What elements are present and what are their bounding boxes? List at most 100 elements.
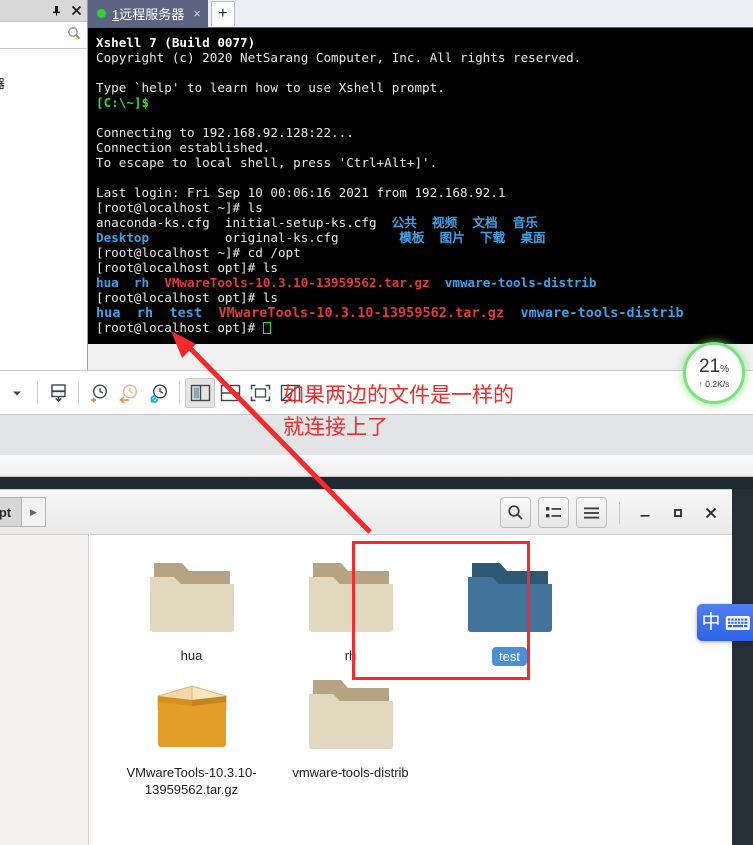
transfer-rate-value: 0.2K/s [705, 379, 730, 389]
search-icon[interactable] [67, 26, 81, 45]
terminal-text: [root@localhost opt]# [96, 320, 263, 335]
layout-horizontal-split-icon[interactable] [215, 378, 245, 408]
terminal-line: [root@localhost opt]# ls [96, 260, 753, 275]
terminal-output[interactable]: Xshell 7 (Build 0077) Copyright (c) 2020 … [88, 28, 753, 344]
file-item[interactable]: hua [112, 549, 271, 666]
file-item-label: vmware-tools-distrib [292, 765, 409, 780]
annotation-line-2: 就连接上了 [283, 415, 388, 439]
terminal-text: Connecting to 192.168.92.128:22... [96, 125, 354, 140]
terminal-text: Xshell 7 (Build 0077) [96, 35, 256, 50]
annotation-line-1: 如果两边的文件是一样的 [283, 383, 514, 407]
tab-close-icon[interactable]: × [193, 6, 201, 21]
folder-icon[interactable] [144, 555, 240, 639]
terminal-text: 模板 图片 下载 桌面 [399, 230, 546, 245]
terminal-text: Connection established. [96, 140, 271, 155]
terminal-text: VMwareTools-10.3.10-13959562.tar.gz [164, 275, 430, 290]
terminal-text: 公共 视频 文档 音乐 [391, 215, 538, 230]
view-list-button[interactable] [538, 497, 569, 528]
new-tab-button[interactable]: + [210, 1, 235, 26]
history-add-icon[interactable] [84, 378, 114, 408]
terminal-line: Connecting to 192.168.92.128:22... [96, 125, 753, 140]
layout-vertical-split-icon[interactable] [185, 377, 215, 408]
sessions-search-row[interactable] [0, 22, 87, 49]
terminal-text: [C:\~]$ [96, 95, 150, 110]
ime-indicator[interactable]: 中 [697, 604, 753, 641]
terminal-text: Copyright (c) 2020 NetSarang Computer, I… [96, 50, 582, 65]
file-item-label: test [492, 647, 527, 666]
terminal-line: [root@localhost ~]# cd /opt [96, 245, 753, 260]
close-button[interactable] [698, 500, 724, 526]
minimize-button[interactable] [632, 500, 658, 526]
terminal-line: Last login: Fri Sep 10 00:06:16 2021 fro… [96, 185, 753, 200]
file-item[interactable]: rh [271, 549, 430, 666]
terminal-text: vmware-tools-distrib [444, 275, 597, 290]
terminal-text: Last login: Fri Sep 10 00:06:16 2021 fro… [96, 185, 506, 200]
ime-mode-label[interactable]: 中 [697, 613, 725, 632]
transfer-rate: ↑ 0.2K/s [699, 379, 730, 389]
file-item-label: VMwareTools-10.3.10-13959562.tar.gz [126, 765, 257, 797]
transfer-percent-value: 21 [698, 356, 721, 377]
terminal-text: Type `help' to learn how to use Xshell p… [96, 80, 445, 95]
search-button[interactable] [500, 497, 531, 528]
hamburger-menu-button[interactable] [576, 497, 607, 528]
terminal-line: To escape to local shell, press 'Ctrl+Al… [96, 155, 753, 170]
terminal-text: To escape to local shell, press 'Ctrl+Al… [96, 155, 438, 170]
file-item[interactable]: test [430, 549, 589, 666]
file-manager-content[interactable]: hua rh test VMwareTools-10.3.10-13959562.ta… [90, 534, 732, 845]
xshell-window: 1远程服务器 × + Xshell 7 (Build 0077) Copyrigh… [88, 0, 753, 370]
terminal-text: vmware-tools-distrib [520, 306, 684, 321]
terminal-text: [root@localhost opt]# ls [96, 260, 278, 275]
terminal-line: Desktop original-ks.cfg 模板 图片 下载 桌面 [96, 230, 753, 245]
terminal-text: [root@localhost ~]# cd /opt [96, 245, 301, 260]
terminal-text: original-ks.cfg [149, 230, 400, 245]
maximize-button[interactable] [665, 500, 691, 526]
breadcrumb-item-opt[interactable]: pt [0, 497, 22, 527]
transfer-speed-widget[interactable]: 21% ↑ 0.2K/s [683, 342, 745, 404]
layout-fullscreen-icon[interactable] [245, 378, 275, 408]
history-back-icon[interactable] [114, 378, 144, 408]
terminal-text: [root@localhost ~]# ls [96, 200, 263, 215]
terminal-text: hua rh test [96, 306, 219, 321]
keyboard-icon[interactable] [725, 614, 751, 632]
transfer-download-icon[interactable] [43, 378, 73, 408]
terminal-text: hua rh [96, 275, 165, 290]
terminal-line: [C:\~]$ [96, 95, 753, 110]
xshell-tabbar: 1远程服务器 × + [88, 0, 753, 28]
file-manager-sidebar[interactable] [0, 534, 89, 845]
terminal-text: VMwareTools-10.3.10-13959562.tar.gz [218, 306, 505, 321]
breadcrumb-next-button[interactable]: ▶ [22, 497, 46, 527]
dropdown-arrow-icon[interactable] [2, 378, 32, 408]
folder-icon[interactable] [303, 555, 399, 639]
desktop-right-strip [732, 489, 753, 845]
percent-unit: % [720, 364, 730, 375]
screen-root: 器 1远程服务器 × + Xshell 7 (Build 0077)Copyri… [0, 0, 753, 845]
archive-icon[interactable] [144, 672, 240, 756]
terminal-line: hua rh VMwareTools-10.3.10-13959562.tar.… [96, 275, 753, 290]
terminal-line: Type `help' to learn how to use Xshell p… [96, 80, 753, 95]
file-item[interactable]: vmware-tools-distrib [271, 666, 430, 798]
terminal-text: anaconda-ks.cfg initial-setup-ks.cfg [96, 215, 392, 230]
transfer-percent: 21% [699, 357, 729, 376]
folder-icon[interactable] [462, 555, 558, 639]
history-settings-icon[interactable] [144, 378, 174, 408]
toolbar-separator [78, 381, 79, 404]
file-item[interactable]: VMwareTools-10.3.10-13959562.tar.gz [112, 666, 271, 798]
file-manager-titlebar: pt ▶ [0, 489, 732, 534]
window-edge-band [0, 455, 753, 477]
terminal-line: Xshell 7 (Build 0077) [96, 35, 753, 50]
tab-remote-server[interactable]: 1远程服务器 × [88, 0, 208, 27]
terminal-line: [root@localhost opt]# ls [96, 290, 753, 305]
pin-icon[interactable] [50, 4, 63, 17]
search-input[interactable] [12, 26, 67, 44]
folder-icon[interactable] [303, 672, 399, 756]
upload-arrow-icon: ↑ [698, 379, 703, 389]
terminal-text: Desktop [96, 230, 150, 245]
breadcrumb: pt ▶ [0, 497, 46, 527]
terminal-line: Connection established. [96, 140, 753, 155]
close-icon[interactable] [70, 4, 83, 17]
sessions-tree-item[interactable]: 器 [0, 75, 87, 91]
